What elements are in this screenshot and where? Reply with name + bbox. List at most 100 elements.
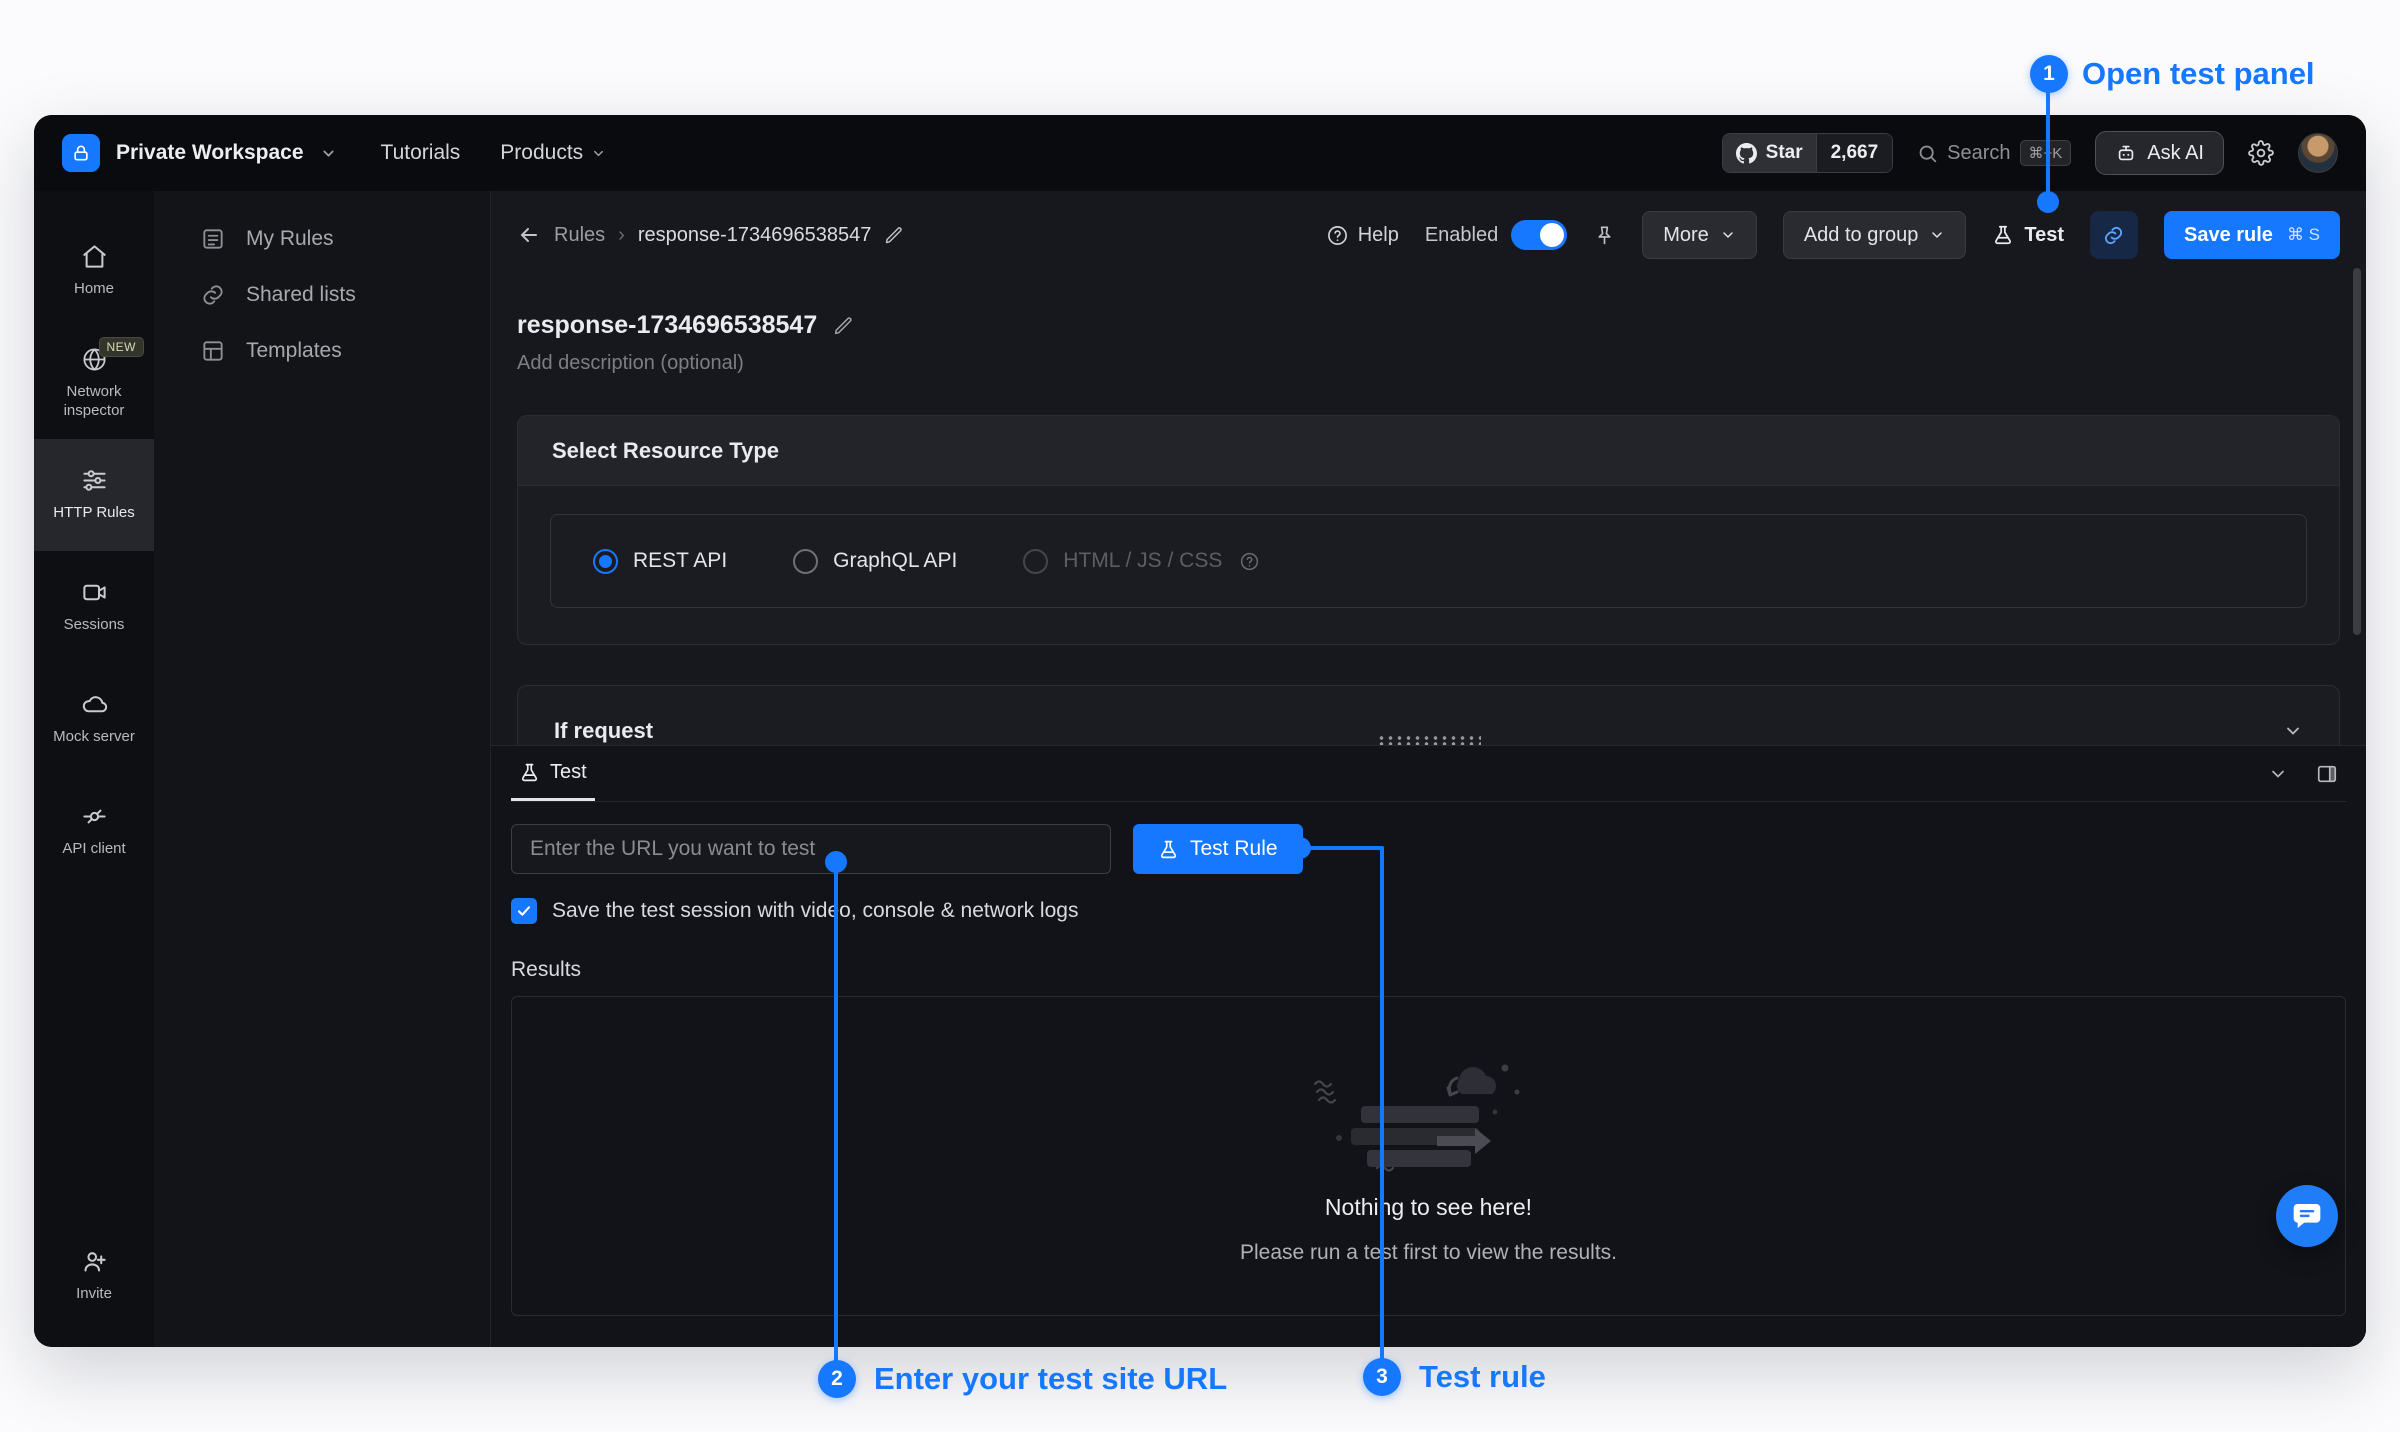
nav-tutorials-label: Tutorials xyxy=(381,141,461,165)
lock-icon xyxy=(71,143,91,163)
breadcrumb-root[interactable]: Rules xyxy=(554,224,605,247)
test-url-input[interactable] xyxy=(511,824,1111,874)
sidebar-item-mock-server[interactable]: Mock server xyxy=(34,663,154,775)
add-to-group-button[interactable]: Add to group xyxy=(1783,211,1967,259)
avatar[interactable] xyxy=(2298,133,2338,173)
nav-tutorials[interactable]: Tutorials xyxy=(381,141,461,165)
radio-rest-api[interactable]: REST API xyxy=(593,549,727,574)
sidebar-item-network-inspector[interactable]: NEW Network inspector xyxy=(34,327,154,439)
panel-resize-handle[interactable] xyxy=(1377,735,1481,745)
edit-pencil-icon[interactable] xyxy=(884,225,904,245)
sidebar-item-label: Home xyxy=(74,280,114,299)
new-badge: NEW xyxy=(99,337,145,357)
save-rule-label: Save rule xyxy=(2184,224,2273,247)
sidebar-item-http-rules[interactable]: HTTP Rules xyxy=(34,439,154,551)
sidebar-item-label: HTTP Rules xyxy=(53,504,134,523)
sidebar-item-api-client[interactable]: API client xyxy=(34,775,154,887)
chat-bubble-icon xyxy=(2291,1200,2323,1232)
save-session-option[interactable]: Save the test session with video, consol… xyxy=(511,898,2346,924)
test-button[interactable]: Test xyxy=(1992,224,2064,247)
toolbar-actions: Help Enabled More xyxy=(1326,211,2340,259)
test-panel-controls xyxy=(2268,763,2346,785)
radio-graphql-api[interactable]: GraphQL API xyxy=(793,549,957,574)
rule-description-placeholder[interactable]: Add description (optional) xyxy=(517,352,2340,375)
tab-test[interactable]: Test xyxy=(511,746,595,801)
top-bar-right: Star 2,667 Search ⌘+K Ask AI xyxy=(1722,131,2338,175)
workspace-switcher[interactable]: Private Workspace xyxy=(62,134,337,172)
annotation-number: 2 xyxy=(831,1367,843,1391)
enabled-group: Enabled xyxy=(1425,220,1567,250)
empty-results-subtitle: Please run a test first to view the resu… xyxy=(1240,1241,1617,1265)
radio-circle-icon xyxy=(593,549,618,574)
help-button[interactable]: Help xyxy=(1326,224,1399,247)
breadcrumb-current: response-1734696538547 xyxy=(638,224,872,247)
annotation-label-2: Enter your test site URL xyxy=(874,1360,1227,1398)
collapse-chevron-icon[interactable] xyxy=(2268,764,2288,784)
annotation-line-3-horizontal xyxy=(1300,846,1384,850)
back-arrow-icon[interactable] xyxy=(517,223,541,247)
scrollbar-thumb[interactable] xyxy=(2353,268,2361,635)
radio-label: GraphQL API xyxy=(833,549,957,573)
annotation-dot-1 xyxy=(2037,191,2059,213)
annotation-circle-3: 3 xyxy=(1363,1358,1401,1396)
radio-circle-icon xyxy=(1023,549,1048,574)
github-star-button[interactable]: Star 2,667 xyxy=(1722,133,1894,173)
panel-layout-icon[interactable] xyxy=(2316,763,2338,785)
nav-products[interactable]: Products xyxy=(500,141,606,165)
help-circle-icon xyxy=(1326,224,1349,247)
annotation-circle-2: 2 xyxy=(818,1360,856,1398)
ask-ai-button[interactable]: Ask AI xyxy=(2095,131,2224,175)
chevron-down-icon xyxy=(1929,227,1945,243)
share-link-button[interactable] xyxy=(2090,211,2138,259)
sidebar-item-invite[interactable]: Invite xyxy=(34,1231,154,1321)
more-button[interactable]: More xyxy=(1642,211,1757,259)
help-label: Help xyxy=(1358,224,1399,247)
document-list-icon xyxy=(200,226,226,252)
api-node-icon xyxy=(81,803,108,830)
rule-title: response-1734696538547 xyxy=(517,311,817,340)
chat-fab-button[interactable] xyxy=(2276,1185,2338,1247)
rules-sidebar-item-my-rules[interactable]: My Rules xyxy=(154,211,490,267)
chevron-down-icon xyxy=(1720,227,1736,243)
sidebar-item-home[interactable]: Home xyxy=(34,215,154,327)
rules-sidebar-item-templates[interactable]: Templates xyxy=(154,323,490,379)
annotation-circle-1: 1 xyxy=(2030,55,2068,93)
checkbox-checked-icon[interactable] xyxy=(511,898,537,924)
annotation-dot-2 xyxy=(825,851,847,873)
sidebar-item-label: Network inspector xyxy=(40,383,148,421)
save-session-label: Save the test session with video, consol… xyxy=(552,899,1078,923)
top-bar: Private Workspace Tutorials Products xyxy=(34,115,2366,191)
enabled-toggle[interactable] xyxy=(1511,220,1567,250)
rules-sidebar: My Rules Shared lists Templates xyxy=(154,191,491,1347)
breadcrumb: Rules › response-1734696538547 xyxy=(517,223,904,247)
search-placeholder: Search xyxy=(1947,142,2010,165)
rules-sliders-icon xyxy=(81,467,108,494)
save-rule-button[interactable]: Save rule ⌘ S xyxy=(2164,211,2340,259)
home-icon xyxy=(81,243,108,270)
sidebar-item-sessions[interactable]: Sessions xyxy=(34,551,154,663)
app-window: Private Workspace Tutorials Products xyxy=(34,115,2366,1347)
settings-button[interactable] xyxy=(2248,140,2274,166)
gear-icon xyxy=(2248,140,2274,166)
github-star-count: 2,667 xyxy=(1816,134,1893,172)
search-icon xyxy=(1917,143,1938,164)
ask-ai-label: Ask AI xyxy=(2147,142,2204,165)
test-label: Test xyxy=(2024,224,2064,247)
annotation-line-1 xyxy=(2046,80,2050,202)
table-grid-icon xyxy=(200,338,226,364)
question-circle-icon xyxy=(1239,551,1260,572)
primary-sidebar: Home NEW Network inspector HTTP Rules xyxy=(34,191,154,1347)
test-rule-button[interactable]: Test Rule xyxy=(1133,824,1303,874)
annotation-number: 3 xyxy=(1376,1365,1388,1389)
sidebar-item-label: Invite xyxy=(76,1285,112,1304)
test-panel-tabbar: Test xyxy=(511,746,2346,802)
rules-sidebar-item-label: My Rules xyxy=(246,227,334,251)
chevron-down-icon xyxy=(2283,721,2303,741)
edit-pencil-icon[interactable] xyxy=(833,315,854,336)
rules-sidebar-item-shared-lists[interactable]: Shared lists xyxy=(154,267,490,323)
radio-label: REST API xyxy=(633,549,727,573)
pin-icon[interactable] xyxy=(1593,224,1616,247)
annotation-number: 1 xyxy=(2043,62,2055,86)
invite-user-icon xyxy=(81,1248,108,1275)
robot-icon xyxy=(2115,142,2137,164)
